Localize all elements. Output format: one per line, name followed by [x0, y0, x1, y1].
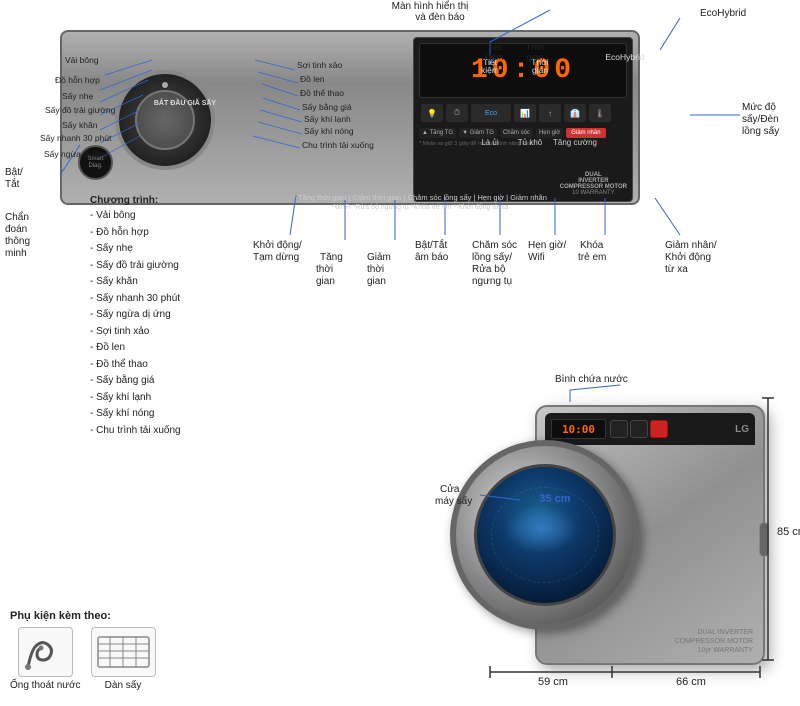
machine-btn2[interactable]	[630, 420, 648, 438]
svg-text:và đèn báo: và đèn báo	[415, 12, 465, 23]
display-icons-row: 💡 ⏱ Eco 📊 ↑ 👔 🌡	[419, 102, 627, 124]
machine-display: 10:00	[551, 419, 606, 439]
svg-text:Chẩn: Chẩn	[5, 211, 29, 223]
control-panel: SmartDiag. ▶⏸ 10:00 💡 ⏱ Eco 📊	[60, 30, 640, 205]
svg-text:thời: thời	[367, 264, 384, 275]
display-screen: 10:00	[419, 43, 627, 98]
dryer-machine-visual: 10:00 LG DUAL INVERTERCOMPRESSOR MOTOR10…	[450, 395, 780, 685]
machine-top-controls: 10:00 LG	[545, 413, 755, 445]
svg-text:Khởi động/: Khởi động/	[253, 239, 302, 251]
btn-care[interactable]: Chăm sóc	[500, 128, 533, 138]
svg-text:Hẹn giờ/: Hẹn giờ/	[528, 240, 566, 251]
program-item: - Sợi tinh xảo	[90, 324, 181, 341]
svg-text:âm báo: âm báo	[415, 252, 449, 263]
machine-btn1[interactable]	[610, 420, 628, 438]
program-item: - Đồ thể thao	[90, 357, 181, 374]
dryer-door[interactable]	[450, 440, 640, 630]
drum-interior	[474, 464, 616, 606]
program-title: Chương trình:	[90, 195, 181, 206]
rack-svg	[96, 632, 151, 672]
accessories-items: Ống thoát nước	[10, 627, 220, 691]
icon-boost[interactable]: ↑	[539, 104, 561, 122]
accessory-hose: Ống thoát nước	[10, 627, 81, 691]
program-item: - Sấy bằng giá	[90, 373, 181, 390]
svg-text:Wifi: Wifi	[528, 252, 545, 263]
panel-note: * Nhấn và giữ 3 giây để mở các tính năng…	[419, 141, 627, 147]
svg-text:Mức độ: Mức độ	[742, 102, 776, 113]
svg-text:Giảm nhân/: Giảm nhân/	[665, 240, 717, 251]
svg-text:ngưng tụ: ngưng tụ	[472, 276, 512, 287]
bottom-section: Phụ kiện kèm theo: Ống thoát nước	[0, 390, 800, 706]
program-item: - Sấy ngừa dị ứng	[90, 307, 181, 324]
machine-buttons	[610, 420, 668, 438]
svg-text:Chăm sóc: Chăm sóc	[472, 240, 517, 251]
icon-level[interactable]: 📊	[514, 104, 536, 122]
btn-increase-time[interactable]: ▲ Tăng TG	[419, 128, 456, 138]
program-item: - Sấy khăn	[90, 274, 181, 291]
svg-text:Giảm: Giảm	[367, 252, 391, 263]
program-item: - Sấy nhẹ	[90, 241, 181, 258]
program-item: - Vải bông	[90, 208, 181, 225]
svg-text:gian: gian	[316, 276, 335, 287]
svg-text:EcoHybrid: EcoHybrid	[700, 8, 746, 19]
dual-inverter-logo: DUALINVERTERCOMPRESSOR MOTOR 10 WARRANTY	[560, 172, 627, 196]
page-container: Màn hình hiển thị và đèn báo EcoHybrid B…	[0, 0, 800, 706]
hose-svg	[23, 632, 68, 672]
drum-ribs	[491, 487, 600, 582]
icon-ecohybrid[interactable]: Eco	[471, 104, 511, 122]
dual-inverter-badge: DUAL INVERTERCOMPRESSOR MOTOR10yr WARRAN…	[675, 628, 753, 655]
rack-image-box	[91, 627, 156, 677]
svg-text:Khởi động: Khởi động	[665, 251, 711, 263]
hose-label: Ống thoát nước	[10, 680, 81, 691]
machine-btn3[interactable]	[650, 420, 668, 438]
svg-text:từ xa: từ xa	[665, 264, 688, 275]
machine-time: 10:00	[562, 423, 595, 436]
svg-text:Tạm dừng: Tạm dừng	[253, 252, 299, 263]
panel-left-section: SmartDiag.	[70, 40, 240, 198]
svg-text:Rửa bộ: Rửa bộ	[472, 263, 506, 275]
icon-save-energy[interactable]: 💡	[421, 104, 443, 122]
accessories-section: Phụ kiện kèm theo: Ống thoát nước	[10, 610, 220, 691]
accessory-rack: Dàn sấy	[91, 627, 156, 691]
lg-logo-area: LG	[735, 424, 749, 435]
svg-text:lồng sấy/: lồng sấy/	[472, 251, 512, 263]
svg-text:Bật/: Bật/	[5, 167, 23, 178]
svg-text:Màn hình hiển thị: Màn hình hiển thị	[392, 0, 469, 12]
door-handle[interactable]	[759, 522, 769, 557]
rack-label: Dàn sấy	[105, 680, 142, 691]
program-item: - Đồ hỗn hợp	[90, 225, 181, 242]
icon-dry[interactable]: 🌡	[589, 104, 611, 122]
svg-text:thông: thông	[5, 236, 30, 247]
svg-text:sấy/Đèn: sấy/Đèn	[742, 113, 779, 125]
svg-text:đoán: đoán	[5, 224, 27, 235]
panel-right-section: 10:00 💡 ⏱ Eco 📊 ↑ 👔 🌡 ▲ Tăng TG ▼ Giảm T…	[413, 37, 633, 202]
btn-schedule[interactable]: Hẹn giờ	[536, 128, 563, 138]
svg-text:minh: minh	[5, 248, 27, 259]
svg-text:Tăng: Tăng	[320, 252, 343, 263]
svg-text:Tắt: Tắt	[5, 177, 20, 190]
svg-text:lồng sấy: lồng sấy	[742, 125, 779, 137]
svg-text:gian: gian	[367, 276, 386, 287]
program-item: - Đồ len	[90, 340, 181, 357]
panel-middle-section: ▶⏸	[247, 40, 287, 198]
btn-reduce[interactable]: Giảm nhân	[566, 128, 605, 138]
program-item: - Sấy nhanh 30 phút	[90, 291, 181, 308]
program-item: - Sấy đồ trải giường	[90, 258, 181, 275]
icon-iron[interactable]: 👔	[564, 104, 586, 122]
main-dial[interactable]	[115, 70, 215, 170]
svg-text:Khóa: Khóa	[580, 240, 604, 251]
accessories-title: Phụ kiện kèm theo:	[10, 610, 220, 622]
svg-text:thời: thời	[316, 264, 333, 275]
svg-text:Bật/Tắt: Bật/Tắt	[415, 238, 447, 251]
svg-text:trẻ em: trẻ em	[578, 252, 606, 263]
svg-text:Bình chứa nước: Bình chứa nước	[555, 374, 628, 385]
icon-time[interactable]: ⏱	[446, 104, 468, 122]
btn-decrease-time[interactable]: ▼ Giảm TG	[459, 128, 497, 138]
hose-image-box	[18, 627, 73, 677]
display-time: 10:00	[471, 55, 575, 86]
